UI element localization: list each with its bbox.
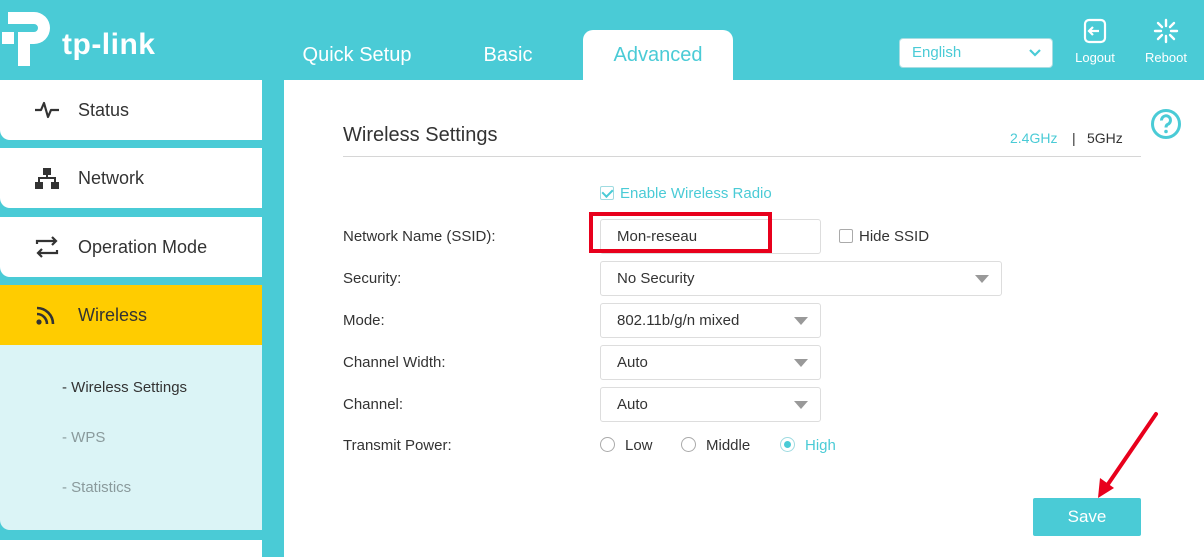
hide-ssid-label: Hide SSID: [859, 228, 930, 245]
chevron-down-icon: [1029, 49, 1041, 57]
operation-mode-icon: [35, 236, 59, 258]
security-value: No Security: [617, 270, 695, 287]
sidebar-item-label: Network: [78, 168, 145, 188]
dropdown-arrow-icon: [794, 401, 808, 409]
mode-value: 802.11b/g/n mixed: [617, 312, 740, 329]
channel-select[interactable]: Auto: [600, 387, 821, 422]
sidebar-item-operation-mode[interactable]: Operation Mode: [0, 217, 262, 277]
pulse-icon: [35, 101, 59, 119]
reboot-button[interactable]: Reboot: [1141, 18, 1191, 65]
dropdown-arrow-icon: [794, 359, 808, 367]
page-title: Wireless Settings: [343, 124, 498, 146]
security-select[interactable]: No Security: [600, 261, 1002, 296]
submenu-wps[interactable]: - WPS: [62, 429, 105, 446]
mode-label: Mode:: [343, 312, 385, 329]
radio-middle-label: Middle: [706, 437, 751, 454]
sidebar-next-item[interactable]: [0, 540, 262, 557]
dropdown-arrow-icon: [975, 275, 989, 283]
logout-button[interactable]: Logout: [1070, 18, 1120, 65]
language-select[interactable]: English: [899, 38, 1053, 68]
power-option-low[interactable]: Low: [600, 437, 653, 454]
channel-label: Channel:: [343, 396, 404, 413]
submenu-statistics[interactable]: - Statistics: [62, 479, 131, 496]
channel-width-value: Auto: [617, 354, 648, 371]
logo-text: tp-link: [62, 28, 156, 61]
radio-high[interactable]: [780, 437, 795, 452]
ssid-input[interactable]: Mon-reseau: [600, 219, 821, 254]
sidebar-item-label: Operation Mode: [78, 237, 208, 257]
enable-wireless-checkbox[interactable]: [600, 186, 614, 200]
sidebar-item-status[interactable]: Status: [0, 80, 262, 140]
tab-quick-setup[interactable]: Quick Setup: [282, 30, 432, 80]
radio-low-label: Low: [625, 437, 653, 454]
reboot-icon: [1153, 18, 1179, 44]
transmit-power-label: Transmit Power:: [343, 437, 452, 454]
help-icon[interactable]: [1150, 108, 1182, 140]
channel-value: Auto: [617, 396, 648, 413]
logout-icon: [1083, 18, 1107, 44]
network-icon: [35, 168, 59, 189]
radio-middle[interactable]: [681, 437, 696, 452]
hide-ssid-option[interactable]: Hide SSID: [839, 228, 929, 245]
mode-select[interactable]: 802.11b/g/n mixed: [600, 303, 821, 338]
sidebar-item-network[interactable]: Network: [0, 148, 262, 208]
dropdown-arrow-icon: [794, 317, 808, 325]
sidebar-item-wireless[interactable]: Wireless: [0, 285, 262, 345]
title-divider: [343, 156, 1141, 157]
wireless-icon: [36, 306, 55, 325]
save-button[interactable]: Save: [1033, 498, 1141, 536]
band-5ghz-link[interactable]: 5GHz: [1087, 130, 1123, 146]
tp-link-logo: tp-link: [0, 6, 170, 66]
language-value: English: [912, 44, 962, 61]
security-label: Security:: [343, 270, 402, 287]
wireless-submenu: [0, 345, 262, 530]
radio-high-label: High: [805, 437, 836, 454]
power-option-middle[interactable]: Middle: [681, 437, 750, 454]
submenu-wireless-settings[interactable]: - Wireless Settings: [62, 379, 187, 396]
channel-width-label: Channel Width:: [343, 354, 446, 371]
enable-wireless-radio[interactable]: Enable Wireless Radio: [600, 185, 772, 202]
channel-width-select[interactable]: Auto: [600, 345, 821, 380]
sidebar-item-label: Wireless: [78, 305, 148, 325]
enable-wireless-label: Enable Wireless Radio: [620, 185, 772, 202]
red-arrow-annotation: [1098, 412, 1158, 498]
ssid-label: Network Name (SSID):: [343, 228, 496, 245]
radio-low[interactable]: [600, 437, 615, 452]
reboot-label: Reboot: [1145, 50, 1187, 65]
hide-ssid-checkbox[interactable]: [839, 229, 853, 243]
tab-advanced[interactable]: Advanced: [583, 30, 733, 80]
logout-label: Logout: [1075, 50, 1115, 65]
power-option-high[interactable]: High: [780, 437, 836, 454]
tab-basic[interactable]: Basic: [458, 30, 558, 80]
band-2-4ghz-link[interactable]: 2.4GHz: [1010, 130, 1057, 146]
tp-link-logo-icon: [2, 12, 50, 66]
band-separator: |: [1072, 130, 1076, 146]
sidebar-item-label: Status: [78, 100, 130, 120]
